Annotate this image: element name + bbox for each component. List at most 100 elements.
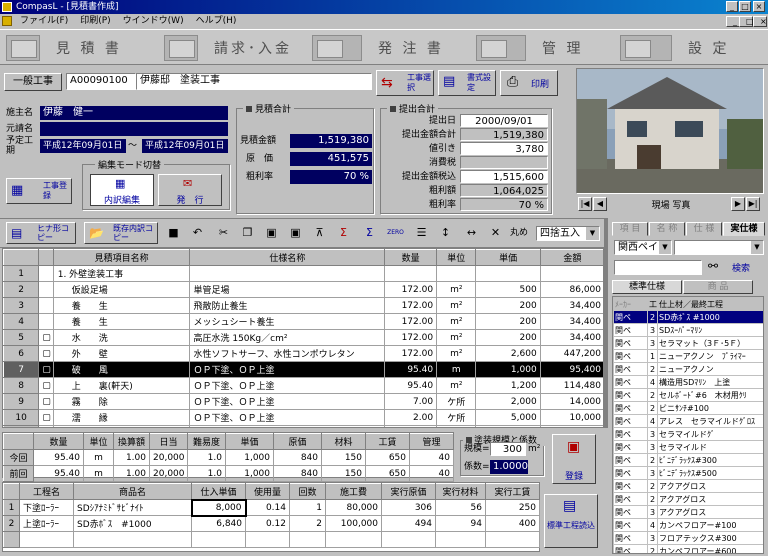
unit[interactable]: m bbox=[436, 361, 477, 378]
amount[interactable] bbox=[539, 265, 603, 282]
list-item[interactable]: 関ペ 3 セラマット（3Ｆ･5Ｆ） bbox=[613, 336, 763, 350]
kibo-field[interactable]: 300 bbox=[490, 442, 526, 456]
item-name[interactable]: 霧 除 bbox=[52, 393, 191, 410]
qty[interactable]: 7.00 bbox=[384, 393, 438, 410]
spec-name[interactable]: 水性ソフトサーフ、水性コンポウレタン bbox=[189, 345, 386, 362]
prev-photo-icon[interactable]: ◀ bbox=[593, 197, 607, 211]
process-row[interactable]: 2 上塗ﾛｰﾗｰ SD赤ﾎﾞｽ #1000 6,840 0.12 2 100,000 494 9… bbox=[3, 515, 540, 532]
delete-row-icon[interactable]: ⊼ bbox=[310, 224, 329, 243]
table-row[interactable]: 5 ▢ 水 洗高圧水洗 150Kg／cm² 172.00 m² 200 34,400 bbox=[3, 329, 603, 346]
detail-cell[interactable]: 150 bbox=[321, 449, 366, 466]
process-cell[interactable]: 250 bbox=[485, 499, 540, 516]
process-cell[interactable]: 80,000 bbox=[325, 499, 382, 516]
client-name-field[interactable]: 伊藤 健一 bbox=[40, 106, 228, 120]
price[interactable]: 200 bbox=[475, 297, 541, 314]
table-row[interactable]: 6 ▢ 外 壁水性ソフトサーフ、水性コンポウレタン 172.00 m² 2,600 447,… bbox=[3, 345, 603, 362]
qty[interactable]: 172.00 bbox=[384, 297, 438, 314]
spec-name[interactable]: 単管足場 bbox=[189, 281, 386, 298]
unit[interactable]: ケ所 bbox=[436, 393, 477, 410]
amount[interactable]: 447,200 bbox=[539, 345, 603, 362]
item-name[interactable]: 1. 外壁塗装工事 bbox=[52, 265, 191, 282]
list-item[interactable]: 関ペ 3 ﾋﾞﾆﾃﾞﾗｯｸｽ#500 bbox=[613, 466, 763, 480]
mdi-close-icon[interactable]: × bbox=[753, 16, 767, 27]
spec-name[interactable]: メッシュシート養生 bbox=[189, 313, 386, 330]
paste-special-icon[interactable]: ▣ bbox=[286, 224, 305, 243]
tab-jisshiyou[interactable]: 実仕様 bbox=[723, 222, 765, 236]
amount[interactable]: 14,000 bbox=[539, 393, 603, 410]
amount[interactable]: 10,000 bbox=[539, 409, 603, 426]
splitter[interactable] bbox=[604, 218, 608, 428]
price[interactable]: 1,200 bbox=[475, 377, 541, 394]
process-cell[interactable]: 6,840 bbox=[191, 515, 246, 532]
align-icon[interactable]: ☰ bbox=[412, 224, 431, 243]
chevron-down-icon[interactable]: ▼ bbox=[751, 241, 763, 254]
item-name[interactable]: 上 裏(軒天) bbox=[52, 377, 191, 394]
amount[interactable]: 86,000 bbox=[539, 281, 603, 298]
next-photo-icon[interactable]: ▶ bbox=[731, 197, 745, 211]
unit[interactable]: m² bbox=[436, 377, 477, 394]
amount[interactable]: 114,480 bbox=[539, 377, 603, 394]
hyojun-kotei-button[interactable]: ▤ 標準工程読込 bbox=[544, 494, 598, 548]
calc-icon[interactable]: ✕ bbox=[486, 224, 505, 243]
qty[interactable]: 95.40 bbox=[384, 361, 438, 378]
list-item[interactable]: 関ペ 2 アクアグロス bbox=[613, 479, 763, 493]
table-row[interactable]: 10 ▢ 濡 縁 ＯＰ下塗、ＯＰ上塗 2.00 ケ所 5,000 10,000 bbox=[3, 409, 603, 426]
qty[interactable] bbox=[384, 425, 438, 427]
estimate-title-field[interactable]: 伊藤邸 塗装工事 bbox=[136, 73, 372, 90]
search-button[interactable]: 検索 bbox=[732, 261, 750, 274]
price[interactable]: 200 bbox=[475, 329, 541, 346]
unit[interactable]: ケ所 bbox=[436, 409, 477, 426]
amount[interactable]: 34,400 bbox=[539, 313, 603, 330]
item-name[interactable]: 水 洗 bbox=[52, 329, 191, 346]
process-cell[interactable]: 下塗ﾛｰﾗｰ bbox=[19, 499, 74, 516]
mdi-restore-icon[interactable]: □ bbox=[739, 16, 754, 27]
process-cell[interactable]: 上塗ﾛｰﾗｰ bbox=[19, 515, 74, 532]
list-item[interactable]: 関ペ 3 アクアグロス bbox=[613, 505, 763, 519]
process-cell[interactable]: 56 bbox=[435, 499, 486, 516]
process-cell[interactable]: 2 bbox=[289, 515, 326, 532]
spec-name[interactable]: 高圧水洗 150Kg／cm² bbox=[189, 329, 386, 346]
document-icon[interactable] bbox=[2, 16, 12, 26]
list-item[interactable]: 関ペ 3 SDｽｰﾊﾟｰﾏﾘﾝ bbox=[613, 323, 763, 337]
detail-cell[interactable]: 1,000 bbox=[225, 465, 274, 482]
paste-icon[interactable]: ▣ bbox=[262, 224, 281, 243]
price[interactable]: 2,600 bbox=[475, 345, 541, 362]
list-item[interactable]: 関ペ 4 カンペフロアー#100 bbox=[613, 518, 763, 532]
detail-cell[interactable]: 1.00 bbox=[113, 465, 150, 482]
detail-cell[interactable]: 1.0 bbox=[187, 449, 226, 466]
amount[interactable]: 95,400 bbox=[539, 361, 603, 378]
detail-cell[interactable]: m bbox=[83, 449, 114, 466]
chevron-down-icon[interactable]: ▼ bbox=[659, 241, 671, 254]
print-button[interactable]: ⎙ 印刷 bbox=[500, 70, 558, 96]
moto-field[interactable] bbox=[40, 122, 228, 136]
list-item[interactable]: 関ペ 2 ﾋﾞﾆﾃﾞﾗｯｸｽ#300 bbox=[613, 453, 763, 467]
item-name[interactable]: 外 壁 bbox=[52, 345, 191, 362]
close-icon[interactable]: × bbox=[753, 1, 765, 12]
qty[interactable]: 172.00 bbox=[384, 313, 438, 330]
table-row[interactable]: 8 ▢ 上 裏(軒天) ＯＰ下塗、ＯＰ上塗 95.40 m² 1,200 114,480 bbox=[3, 377, 603, 394]
col-finish[interactable]: 仕上材／最終工程 bbox=[657, 297, 763, 311]
maximize-icon[interactable]: □ bbox=[739, 1, 751, 12]
unit[interactable]: m² bbox=[436, 345, 477, 362]
list-item[interactable]: 関ペ 4 構造用SDﾏﾘﾝ 上塗 bbox=[613, 375, 763, 389]
tab-koumoku[interactable]: 項 目 bbox=[612, 222, 648, 236]
price[interactable] bbox=[475, 265, 541, 282]
process-cell[interactable]: SD赤ﾎﾞｽ #1000 bbox=[73, 515, 192, 532]
list-item[interactable]: 関ペ 2 カンペフロアー#600 bbox=[613, 544, 763, 553]
koji-toroku-button[interactable]: ▦ 工事登録 bbox=[6, 178, 72, 204]
table-row[interactable]: 3 養 生飛散防止養生 172.00 m² 200 34,400 bbox=[3, 297, 603, 314]
price[interactable]: 1,000 bbox=[475, 361, 541, 378]
qty[interactable]: 172.00 bbox=[384, 345, 438, 362]
menu-help[interactable]: ヘルプ(H) bbox=[190, 14, 243, 28]
qty[interactable]: 172.00 bbox=[384, 329, 438, 346]
item-name[interactable]: 破 風 bbox=[52, 361, 191, 378]
list-item[interactable]: 関ペ 1 ニューアクノン ﾌﾟﾗｲﾏｰ bbox=[613, 349, 763, 363]
subtab-hyojun[interactable]: 標準仕様 bbox=[612, 280, 682, 294]
detail-row[interactable]: 前回 95.40 m 1.00 20,000 1.0 1,000 840 150 650 40 bbox=[3, 465, 454, 482]
qty[interactable]: 95.40 bbox=[384, 377, 438, 394]
spec-name[interactable]: ＯＰ下塗、ＯＰ上塗 bbox=[189, 361, 386, 378]
end-date-field[interactable]: 平成12年09月01日 bbox=[142, 139, 228, 153]
estimate-no-field[interactable]: A00090100 bbox=[66, 73, 136, 90]
amount[interactable]: 34,400 bbox=[539, 297, 603, 314]
price[interactable]: 500 bbox=[475, 281, 541, 298]
